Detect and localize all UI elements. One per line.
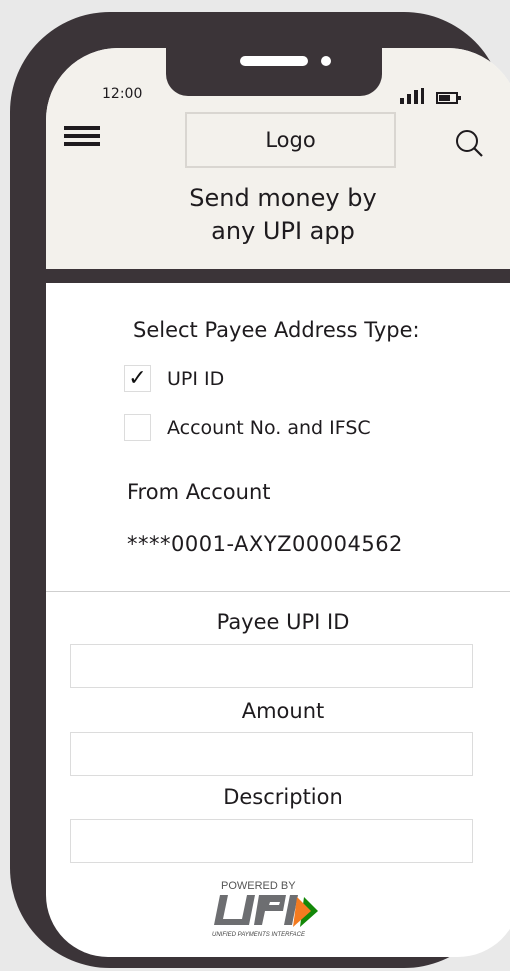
checkmark-icon: ✓ bbox=[128, 366, 147, 391]
page-title-line2: any UPI app bbox=[211, 217, 355, 245]
option-account-ifsc[interactable]: Account No. and IFSC bbox=[124, 414, 371, 441]
phone-screen: 12:00 Logo Send money by any UPI app Sel… bbox=[46, 48, 510, 957]
phone-notch bbox=[166, 48, 382, 96]
camera bbox=[321, 56, 331, 66]
option-upi-id-label: UPI ID bbox=[167, 367, 225, 390]
signal-icon bbox=[400, 88, 424, 104]
upi-subtitle: UNIFIED PAYMENTS INTERFACE bbox=[212, 932, 306, 938]
menu-icon[interactable] bbox=[64, 126, 100, 146]
amount-label: Amount bbox=[241, 699, 325, 723]
option-upi-id[interactable]: ✓ UPI ID bbox=[124, 365, 224, 392]
payee-upi-id-input[interactable] bbox=[70, 644, 473, 688]
upi-logo bbox=[214, 895, 318, 927]
battery-icon bbox=[436, 92, 461, 104]
logo: Logo bbox=[185, 112, 396, 168]
phone-frame: 12:00 Logo Send money by any UPI app Sel… bbox=[10, 12, 510, 968]
page-title: Send money by any UPI app bbox=[46, 182, 510, 248]
powered-by-label: POWERED BY bbox=[221, 880, 296, 892]
amount-input[interactable] bbox=[70, 732, 473, 776]
search-icon[interactable] bbox=[454, 128, 484, 158]
status-time: 12:00 bbox=[102, 86, 143, 102]
section-divider bbox=[46, 591, 510, 592]
description-label: Description bbox=[223, 785, 343, 809]
payee-type-title: Select Payee Address Type: bbox=[133, 318, 420, 342]
page-title-line1: Send money by bbox=[189, 184, 377, 212]
header-divider bbox=[46, 269, 510, 283]
upi-id-checkbox[interactable]: ✓ bbox=[124, 365, 151, 392]
from-account-value[interactable]: ****0001-AXYZ00004562 bbox=[127, 532, 403, 556]
account-ifsc-checkbox[interactable] bbox=[124, 414, 151, 441]
description-input[interactable] bbox=[70, 819, 473, 863]
option-account-ifsc-label: Account No. and IFSC bbox=[167, 416, 371, 439]
speaker bbox=[240, 56, 308, 66]
from-account-label: From Account bbox=[127, 480, 271, 504]
payee-upi-id-label: Payee UPI ID bbox=[216, 610, 350, 634]
